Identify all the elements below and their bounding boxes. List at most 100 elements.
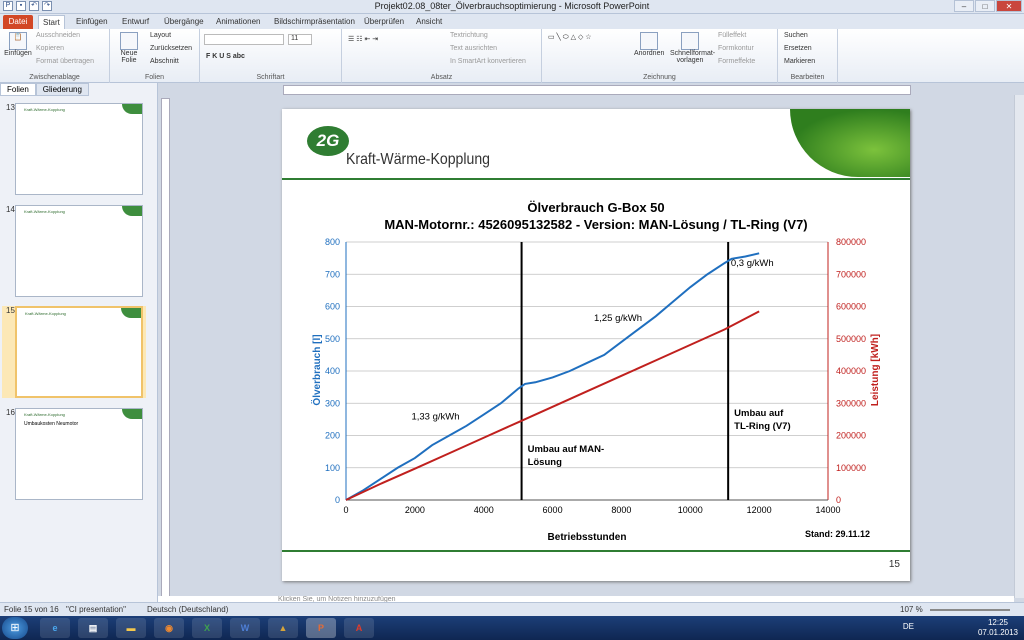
section-button[interactable]: Abschnitt [150, 58, 179, 65]
x-axis-label: Betriebsstunden [548, 532, 627, 543]
header-divider [282, 178, 910, 180]
windows-taskbar: ⊞ e ▤ ▬ ◉ X W ▲ P A DE 12:25 07.01.2013 [0, 616, 1024, 640]
tab-folien[interactable]: Folien [0, 83, 36, 96]
slide-thumbnail-16[interactable]: 16 Kraft-Wärme-Kopplung Umbaukosten Neumo… [2, 408, 146, 500]
quick-styles-button[interactable]: Schnellformat-vorlagen [670, 32, 715, 64]
font-name-input[interactable] [204, 34, 284, 45]
slides-panel: Folien Gliederung 13 Kraft-Wärme-Kopplun… [0, 83, 158, 602]
tab-uebergaenge[interactable]: Übergänge [160, 15, 208, 29]
slide-canvas[interactable]: 2G Kraft-Wärme-Kopplung Ölverbrauch G-Bo… [282, 109, 910, 581]
effects-button[interactable]: Formeffekte [718, 58, 755, 65]
y-tick-label: 200 [325, 431, 340, 441]
cut-button[interactable]: Ausschneiden [36, 32, 80, 39]
shapes-gallery[interactable]: ▭ ╲ ⬭ △ ◇ ☆ [548, 33, 592, 42]
close-button[interactable]: ✕ [996, 0, 1022, 12]
pdf-reader-icon[interactable]: A [344, 618, 374, 638]
system-clock[interactable]: 12:25 07.01.2013 [978, 618, 1018, 638]
smartart-button[interactable]: In SmartArt konvertieren [450, 58, 526, 65]
find-button[interactable]: Suchen [784, 32, 808, 39]
tab-gliederung[interactable]: Gliederung [35, 83, 89, 96]
tab-entwurf[interactable]: Entwurf [118, 15, 153, 29]
tab-bildschirmpraesentation[interactable]: Bildschirmpräsentation [270, 15, 359, 29]
layout-button[interactable]: Layout [150, 32, 171, 39]
outline-button[interactable]: Formkontur [718, 45, 754, 52]
keyboard-language[interactable]: DE [903, 622, 914, 631]
new-slide-button[interactable]: Neue Folie [114, 32, 144, 64]
group-zeichnung: ▭ ╲ ⬭ △ ◇ ☆ Anordnen Schnellformat-vorla… [542, 29, 778, 83]
y2-tick-label: 300000 [836, 398, 866, 408]
title-bar: P ▪ ↶ ↷ Projekt02.08_08ter_Ölverbrauchso… [0, 0, 1024, 14]
internet-explorer-icon[interactable]: e [40, 618, 70, 638]
arrange-button[interactable]: Anordnen [634, 32, 664, 60]
tab-ansicht[interactable]: Ansicht [412, 15, 446, 29]
chart-app-icon[interactable]: ▲ [268, 618, 298, 638]
copy-button[interactable]: Kopieren [36, 45, 64, 52]
group-bearbeiten: Suchen Ersetzen Markieren Bearbeiten [778, 29, 838, 83]
ribbon-tabs: Datei Start Einfügen Entwurf Übergänge A… [0, 14, 1024, 29]
tab-einfuegen[interactable]: Einfügen [72, 15, 112, 29]
series-power-line [345, 310, 760, 501]
group-label: Zwischenablage [29, 74, 80, 81]
format-painter-button[interactable]: Format übertragen [36, 58, 94, 65]
replace-button[interactable]: Ersetzen [784, 45, 812, 52]
arrange-icon [640, 32, 658, 50]
y2-tick-label: 100000 [836, 463, 866, 473]
powerpoint-icon[interactable]: P [306, 618, 336, 638]
marker-label: Lösung [528, 457, 562, 468]
excel-icon[interactable]: X [192, 618, 222, 638]
marker-label: Umbau auf [734, 408, 784, 419]
language-indicator[interactable]: Deutsch (Deutschland) [147, 605, 228, 614]
new-slide-icon [120, 32, 138, 50]
y-tick-label: 700 [325, 269, 340, 279]
slide-thumbnail-15[interactable]: 15 Kraft-Wärme-Kopplung [2, 306, 146, 398]
word-icon[interactable]: W [230, 618, 260, 638]
bullets-button[interactable]: ☰ ☷ ⇤ ⇥ [348, 35, 378, 43]
minimize-button[interactable]: – [954, 0, 974, 12]
slide-thumbnail-14[interactable]: 14 Kraft-Wärme-Kopplung [2, 205, 146, 297]
bold-button[interactable]: F K U S abc [206, 53, 245, 60]
tab-ueberpruefen[interactable]: Überprüfen [360, 15, 408, 29]
align-text-button[interactable]: Text ausrichten [450, 45, 497, 52]
y2-tick-label: 700000 [836, 269, 866, 279]
slide-header-text: Kraft-Wärme-Kopplung [346, 151, 490, 168]
fill-button[interactable]: Fülleffekt [718, 32, 746, 39]
leaf-image [790, 109, 910, 177]
y-tick-label: 800 [325, 237, 340, 247]
paste-button[interactable]: 📋 Einfügen [3, 32, 33, 60]
horizontal-ruler [283, 85, 911, 95]
chart-title: Ölverbrauch G-Box 50 [527, 200, 664, 215]
font-size-input[interactable]: 11 [288, 34, 312, 45]
oil-consumption-chart: Ölverbrauch G-Box 50 MAN-Motornr.: 45260… [310, 200, 881, 543]
group-label: Zeichnung [643, 74, 676, 81]
tab-start[interactable]: Start [38, 15, 65, 29]
reset-button[interactable]: Zurücksetzen [150, 45, 192, 52]
paste-icon: 📋 [9, 32, 27, 50]
chart-subtitle: MAN-Motornr.: 4526095132582 - Version: M… [384, 217, 807, 232]
x-tick-label: 8000 [611, 505, 631, 515]
annotation-label: 0,3 g/kWh [731, 258, 774, 269]
company-logo: 2G [307, 126, 349, 156]
tab-datei[interactable]: Datei [3, 15, 33, 29]
vertical-scrollbar[interactable] [1014, 95, 1024, 598]
start-button[interactable]: ⊞ [2, 617, 28, 639]
group-folien: Neue Folie Layout Zurücksetzen Abschnitt… [110, 29, 200, 83]
footer-divider [282, 550, 910, 552]
y2-tick-label: 500000 [836, 334, 866, 344]
tab-animationen[interactable]: Animationen [212, 15, 264, 29]
notes-app-icon[interactable]: ▤ [78, 618, 108, 638]
select-button[interactable]: Markieren [784, 58, 815, 65]
text-direction-button[interactable]: Textrichtung [450, 32, 488, 39]
folder-icon[interactable]: ▬ [116, 618, 146, 638]
group-label: Bearbeiten [790, 74, 825, 81]
quick-styles-icon [681, 32, 699, 50]
ribbon: 📋 Einfügen Ausschneiden Kopieren Format ü… [0, 29, 1024, 83]
maximize-button[interactable]: □ [975, 0, 995, 12]
group-absatz: ☰ ☷ ⇤ ⇥ Textrichtung Text ausrichten In … [342, 29, 542, 83]
y-tick-label: 300 [325, 398, 340, 408]
zoom-level[interactable]: 107 % [900, 605, 923, 614]
slide-info: Folie 15 von 16 [4, 605, 59, 614]
firefox-icon[interactable]: ◉ [154, 618, 184, 638]
slide-thumbnail-13[interactable]: 13 Kraft-Wärme-Kopplung [2, 103, 146, 195]
stand-date: Stand: 29.11.12 [804, 529, 870, 539]
zoom-slider[interactable] [930, 609, 1010, 611]
